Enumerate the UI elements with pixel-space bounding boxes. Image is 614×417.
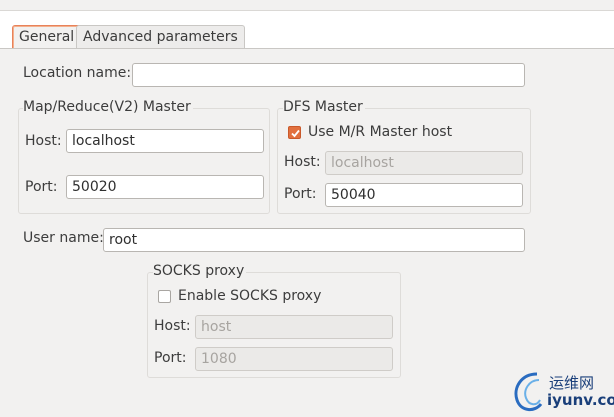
use-mr-master-host-label[interactable]: Use M/R Master host (308, 124, 452, 140)
enable-socks-proxy-label[interactable]: Enable SOCKS proxy (178, 288, 321, 304)
watermark-line1: 运维网 (549, 374, 595, 392)
socks-proxy-title: SOCKS proxy (153, 263, 247, 279)
user-name-label: User name: (23, 230, 104, 246)
location-name-input[interactable] (132, 63, 525, 87)
location-name-label: Location name: (23, 65, 132, 81)
dfs-port-input[interactable]: 50040 (325, 183, 523, 207)
use-mr-master-host-checkbox[interactable] (288, 126, 301, 139)
tab-general[interactable]: General (12, 25, 82, 50)
socks-port-label: Port: (154, 350, 187, 366)
mapreduce-port-label: Port: (25, 179, 58, 195)
mapreduce-port-input[interactable]: 50020 (66, 175, 264, 199)
socks-host-label: Host: (154, 318, 191, 334)
mapreduce-master-title: Map/Reduce(V2) Master (23, 99, 193, 115)
checkmark-icon (291, 129, 300, 138)
mapreduce-host-input[interactable]: localhost (66, 129, 264, 153)
dfs-host-input: localhost (325, 151, 523, 175)
mapreduce-host-label: Host: (25, 133, 62, 149)
socks-port-input: 1080 (195, 347, 393, 371)
dfs-port-label: Port: (284, 186, 317, 202)
watermark-logo-icon (514, 372, 543, 411)
dfs-host-label: Host: (284, 154, 321, 170)
tab-advanced-parameters[interactable]: Advanced parameters (76, 25, 245, 49)
window-top-strip (0, 0, 614, 11)
site-watermark: 运维网 iyunv.com (509, 366, 614, 416)
dfs-master-title: DFS Master (283, 99, 365, 115)
socks-host-input: host (195, 315, 393, 339)
watermark-line2: iyunv.com (547, 391, 614, 409)
enable-socks-proxy-checkbox[interactable] (158, 290, 171, 303)
user-name-input[interactable]: root (103, 228, 525, 252)
